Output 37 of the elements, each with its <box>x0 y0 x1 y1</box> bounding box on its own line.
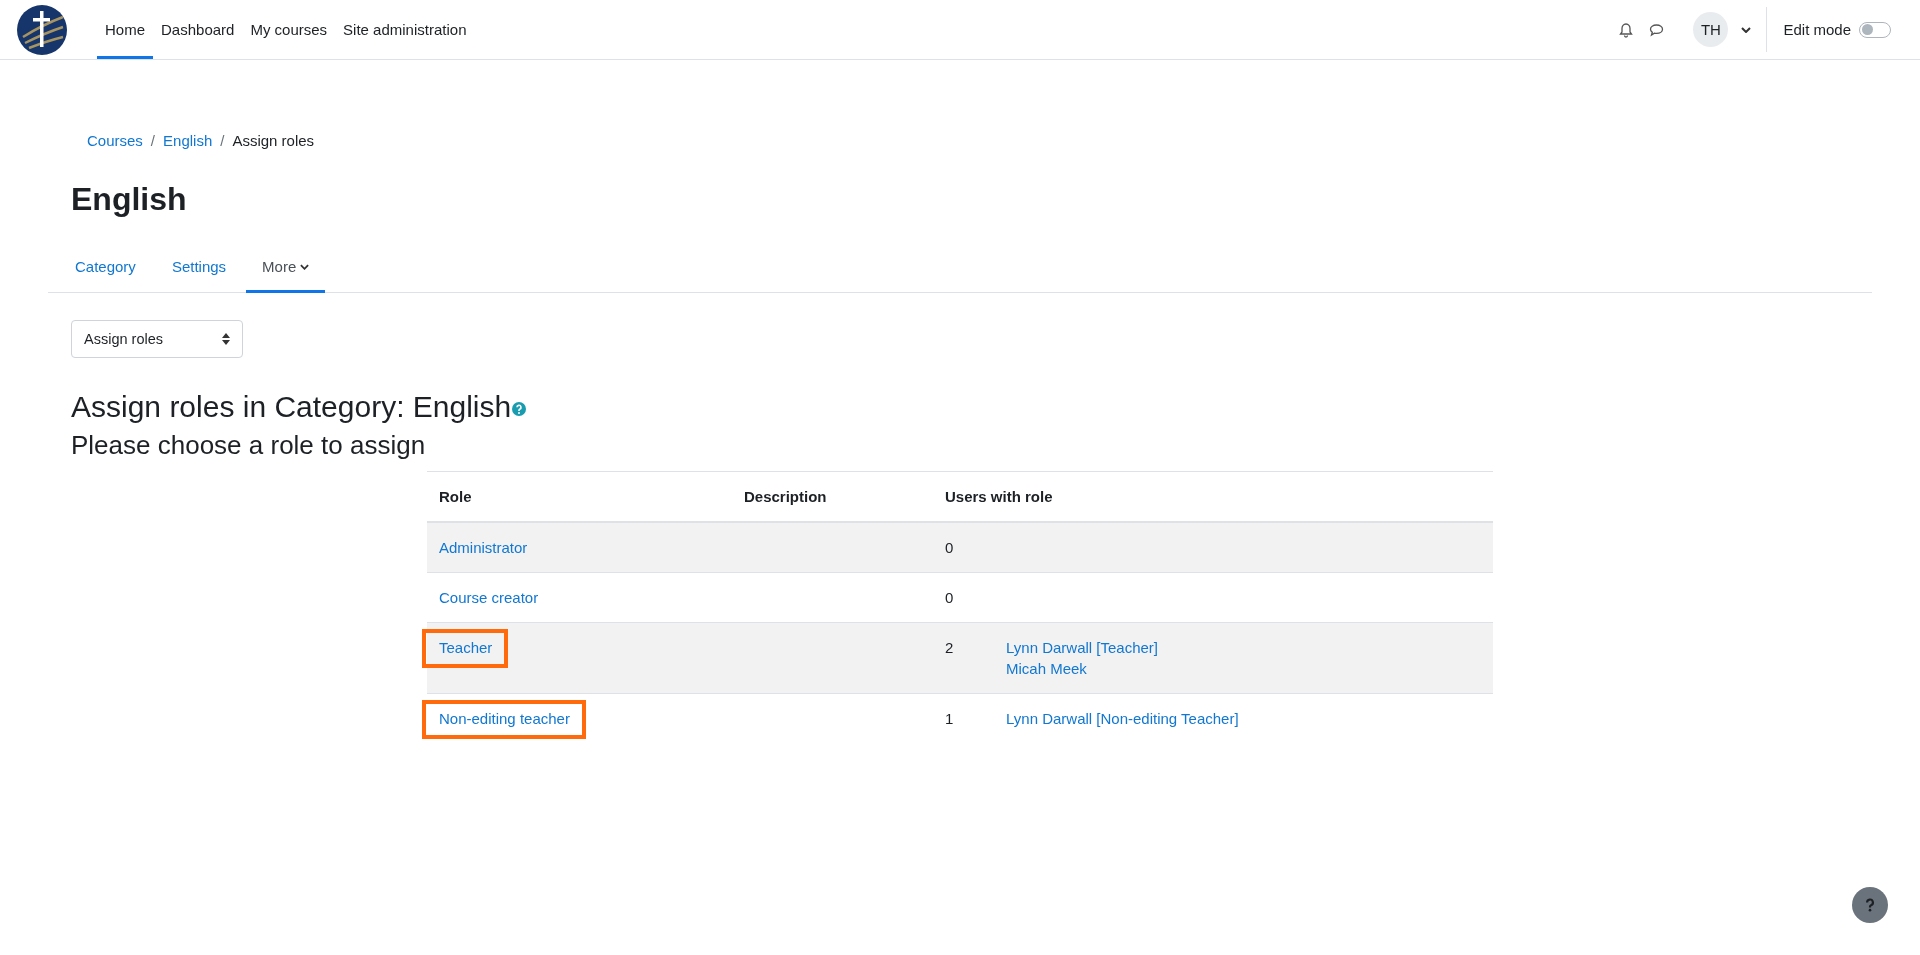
tab[interactable]: Settings <box>155 246 243 293</box>
user-count: 0 <box>945 589 955 606</box>
role-link[interactable]: Teacher <box>439 639 493 656</box>
user-link[interactable]: Lynn Darwall [Teacher] <box>1006 639 1158 656</box>
logo-icon[interactable] <box>17 4 67 55</box>
tab[interactable]: More <box>246 246 326 293</box>
help-button[interactable] <box>1852 887 1888 923</box>
caret-icon[interactable] <box>1741 26 1752 33</box>
help-icon[interactable] <box>512 402 527 416</box>
chat-bubble-icon[interactable] <box>1648 21 1666 38</box>
breadcrumb-current: Assign roles <box>232 132 315 149</box>
page-title: English <box>71 181 188 218</box>
nav-link[interactable]: Dashboard <box>153 3 243 59</box>
section-heading: Assign roles in Category: English <box>71 390 512 424</box>
user-link[interactable]: Lynn Darwall [Non-editing Teacher] <box>1006 710 1239 727</box>
user-count: 0 <box>945 539 955 556</box>
role-link[interactable]: Administrator <box>439 539 528 556</box>
breadcrumb-separator: / <box>220 132 225 149</box>
section-subheading: Please choose a role to assign <box>71 430 427 461</box>
nav-link[interactable]: Home <box>97 3 153 59</box>
breadcrumb-separator: / <box>150 132 156 149</box>
user-count: 2 <box>945 639 955 658</box>
question-mark-icon <box>1865 898 1875 912</box>
edit-mode-label: Edit mode <box>1783 21 1851 38</box>
breadcrumb-link[interactable]: Courses <box>87 132 143 149</box>
user-avatar[interactable]: TH <box>1693 12 1729 47</box>
role-link[interactable]: Non-editing teacher <box>439 710 570 727</box>
user-link[interactable]: Micah Meek <box>1006 660 1158 677</box>
user-count: 1 <box>945 710 955 727</box>
role-link[interactable]: Course creator <box>439 589 539 606</box>
tab[interactable]: Category <box>59 246 152 293</box>
sort-arrows-icon <box>222 333 230 345</box>
action-select[interactable]: Assign roles <box>71 320 243 358</box>
nav-link[interactable]: My courses <box>242 3 336 59</box>
bell-icon[interactable] <box>1618 21 1635 38</box>
nav-link[interactable]: Site administration <box>335 3 475 59</box>
breadcrumb-link[interactable]: English <box>163 132 213 149</box>
